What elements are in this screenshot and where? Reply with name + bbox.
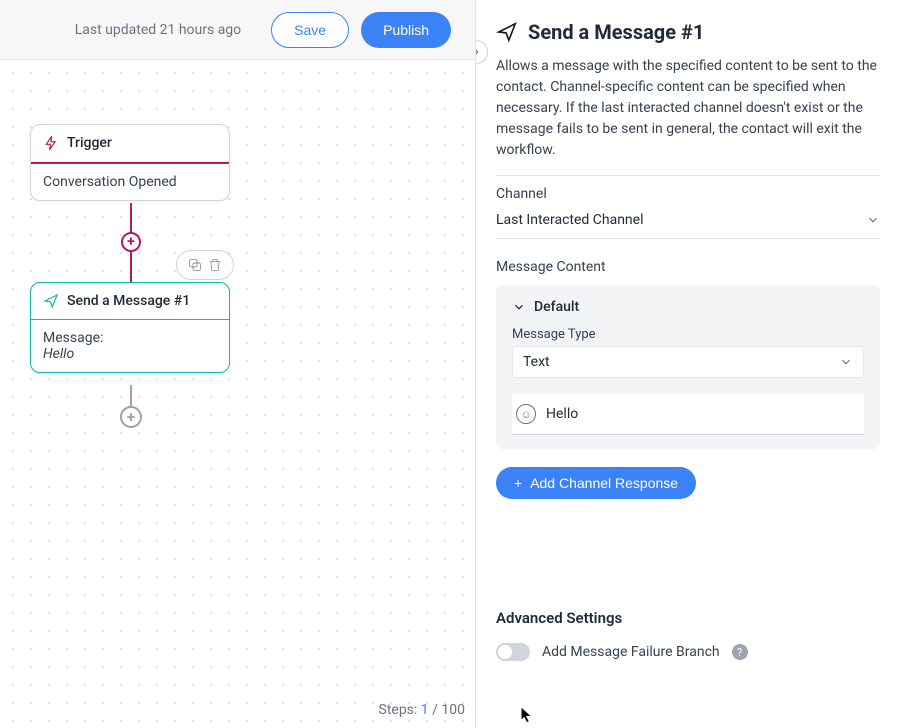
message-type-value: Text: [523, 354, 550, 370]
panel-title: Send a Message #1: [496, 20, 880, 44]
panel-title-text: Send a Message #1: [528, 20, 704, 44]
channel-select[interactable]: Last Interacted Channel: [496, 206, 880, 239]
chevron-down-icon: [512, 300, 526, 314]
workflow-canvas[interactable]: Trigger Conversation Opened + Send a Mes…: [0, 60, 475, 728]
steps-current: 1: [421, 702, 429, 718]
steps-label: Steps:: [379, 702, 418, 718]
default-label: Default: [534, 299, 579, 315]
message-node-title: Send a Message #1: [67, 293, 190, 309]
collapse-panel-button[interactable]: [475, 40, 488, 64]
send-icon: [43, 293, 59, 309]
node-actions: [176, 250, 234, 280]
message-type-select[interactable]: Text: [512, 346, 864, 378]
last-updated-text: Last updated 21 hours ago: [75, 22, 241, 38]
channel-label: Channel: [496, 186, 880, 202]
add-step-tail-button[interactable]: +: [120, 406, 142, 428]
emoji-icon[interactable]: ☺: [516, 404, 536, 424]
top-bar: Last updated 21 hours ago Save Publish: [0, 0, 475, 60]
add-channel-response-button[interactable]: + Add Channel Response: [496, 467, 696, 499]
panel-description: Allows a message with the specified cont…: [496, 56, 880, 161]
trash-icon[interactable]: [207, 257, 223, 273]
send-icon: [496, 21, 518, 43]
trigger-title: Trigger: [67, 135, 112, 151]
default-toggle[interactable]: Default: [512, 299, 864, 315]
steps-total: 100: [441, 702, 465, 718]
copy-icon[interactable]: [187, 257, 203, 273]
failure-branch-label: Add Message Failure Branch: [542, 644, 720, 660]
message-node-body: Message: Hello: [31, 320, 229, 372]
channel-value: Last Interacted Channel: [496, 212, 644, 228]
trigger-header: Trigger: [31, 125, 229, 162]
add-step-button[interactable]: +: [121, 232, 141, 252]
message-content-label: Message Content: [496, 259, 880, 275]
message-node-header: Send a Message #1: [31, 283, 229, 320]
divider: [496, 175, 880, 176]
failure-branch-row: Add Message Failure Branch ?: [496, 643, 880, 661]
default-panel: Default Message Type Text ☺ Hello: [496, 285, 880, 449]
trigger-node[interactable]: Trigger Conversation Opened: [30, 124, 230, 201]
failure-branch-toggle[interactable]: [496, 643, 530, 661]
bolt-icon: [43, 135, 59, 151]
message-node[interactable]: Send a Message #1 Message: Hello: [30, 282, 230, 373]
advanced-settings-heading: Advanced Settings: [496, 609, 880, 627]
message-type-label: Message Type: [512, 327, 864, 342]
help-icon[interactable]: ?: [732, 644, 748, 660]
publish-button[interactable]: Publish: [361, 12, 451, 48]
message-text: Hello: [546, 406, 578, 422]
steps-sep: /: [429, 702, 442, 718]
steps-counter: Steps: 1 / 100: [379, 702, 466, 718]
save-button[interactable]: Save: [271, 12, 349, 48]
chevron-down-icon: [866, 213, 880, 227]
plus-icon: +: [514, 475, 522, 491]
message-input[interactable]: ☺ Hello: [512, 394, 864, 435]
chevron-down-icon: [839, 355, 853, 369]
message-label: Message:: [43, 330, 217, 346]
chevron-right-icon: [475, 45, 483, 59]
add-channel-label: Add Channel Response: [530, 475, 678, 491]
message-value: Hello: [43, 346, 217, 362]
config-panel: Send a Message #1 Allows a message with …: [475, 0, 904, 728]
trigger-body: Conversation Opened: [31, 164, 229, 200]
